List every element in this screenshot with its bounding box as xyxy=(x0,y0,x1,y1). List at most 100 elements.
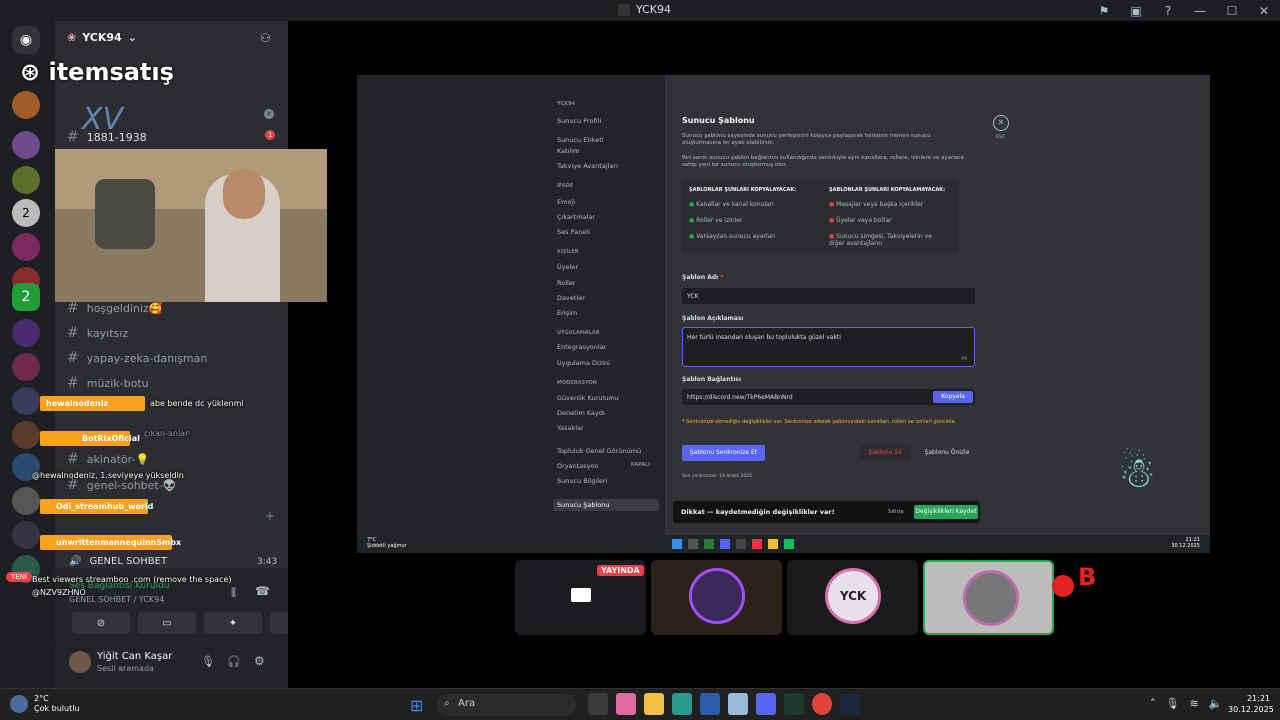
voice-channel[interactable]: 🔊 GENEL SOHBET xyxy=(69,556,167,567)
chrome-icon[interactable] xyxy=(812,693,832,715)
mic-tray-icon[interactable]: 🎙 xyxy=(1166,697,1180,710)
wifi-icon[interactable]: ≋ xyxy=(1189,697,1198,710)
copy-link-button[interactable]: Kopyala xyxy=(933,391,973,403)
maximize-button[interactable]: ☐ xyxy=(1216,4,1248,18)
server-icon-7[interactable]: 2 xyxy=(12,283,40,311)
server-icon-5[interactable] xyxy=(12,233,40,261)
channel-item[interactable]: # kayıtsız xyxy=(67,325,128,341)
settings-nav-item[interactable]: Erişim xyxy=(557,309,577,317)
template-desc-input[interactable]: Her türlü insandan oluşan bu toplulukta … xyxy=(682,327,975,367)
close-settings-icon[interactable]: ✕ xyxy=(993,115,1009,131)
app-icon[interactable] xyxy=(784,693,804,715)
template-name-input[interactable]: YCK xyxy=(682,288,975,304)
disconnect-icon[interactable]: ☎ xyxy=(255,584,270,598)
gear-icon[interactable]: ⚙ xyxy=(254,654,265,668)
edge-icon[interactable] xyxy=(672,693,692,715)
channel-item[interactable]: # hoşgeldiniz🥰 xyxy=(67,300,163,316)
settings-nav-item[interactable]: Uygulama Dizini xyxy=(557,359,610,367)
hash-icon: # xyxy=(67,129,79,145)
settings-nav-header: MODERASYON xyxy=(557,380,597,386)
screen-share-button[interactable]: ▭ xyxy=(138,612,196,634)
copy-header: ŞABLONLAR ŞUNLARI KOPYALAYACAK: xyxy=(689,187,797,193)
activities-button[interactable]: ✦ xyxy=(204,612,262,634)
server-icon-10[interactable] xyxy=(12,387,40,415)
sync-template-button[interactable]: Şablonu Senkronize Et xyxy=(682,445,765,461)
server-icon-9[interactable] xyxy=(12,353,40,381)
taskbar: 2°C Çok bulutlu ⊞ ⌕ Ara ˄ 🎙 ≋ 🔈 21:21 30… xyxy=(0,688,1280,720)
settings-nav-item[interactable]: Topluluk Genel Görünümü xyxy=(557,447,641,455)
headphones-icon[interactable]: 🎧 xyxy=(227,655,241,668)
streamed-weather: 7°C Şiddetli yağmur xyxy=(367,537,407,549)
discord-home-icon[interactable]: ◉ xyxy=(12,26,40,54)
server-icon-1[interactable] xyxy=(12,91,40,119)
settings-nav-item[interactable]: Sunucu Bilgileri xyxy=(557,477,608,485)
server-icon-2[interactable] xyxy=(12,131,40,159)
channel-item[interactable]: # müzik-botu xyxy=(67,375,149,391)
mic-icon[interactable]: 🎙 xyxy=(201,655,215,668)
settings-nav-item[interactable]: Üyeler xyxy=(557,263,578,271)
settings-nav-item[interactable]: Entegrasyonlar xyxy=(557,343,606,351)
help-icon[interactable]: ? xyxy=(1152,4,1184,18)
settings-nav-item[interactable]: Yasaklar xyxy=(557,424,584,432)
server-icon-4[interactable]: 2 xyxy=(12,199,40,227)
soundwave-icon[interactable]: ⫼ xyxy=(231,586,236,600)
check-icon: ● xyxy=(689,217,695,224)
settings-nav-item[interactable]: Sunucu Etiketi xyxy=(557,136,604,144)
settings-nav-item[interactable]: Güvenlik Kurulumu xyxy=(557,394,619,402)
participant-tile[interactable] xyxy=(651,560,782,635)
settings-nav-item[interactable]: Çıkartmalar xyxy=(557,213,595,221)
screen-share-tile[interactable]: YAYINDA xyxy=(515,560,646,635)
taskbar-search[interactable]: ⌕ Ara xyxy=(436,694,576,716)
esc-label: ESC xyxy=(996,135,1005,140)
settings-nav-item[interactable]: Sunucu Profili xyxy=(557,117,601,125)
settings-app-icon[interactable] xyxy=(728,693,748,715)
server-icon-3[interactable] xyxy=(12,166,40,194)
server-header[interactable]: ❀ YCK94 ⌄ xyxy=(67,31,137,44)
settings-nav-item[interactable]: Emoji xyxy=(557,198,575,206)
system-clock[interactable]: 21:21 30.12.2025 xyxy=(1228,693,1274,715)
steam-icon[interactable] xyxy=(840,693,860,715)
camera-off-button[interactable]: ⊘ xyxy=(72,612,130,634)
start-button[interactable]: ⊞ xyxy=(410,696,423,715)
settings-desc-1: Sunucu şablonu sayesinde sunucu yerleşim… xyxy=(682,133,931,146)
minimize-button[interactable]: — xyxy=(1184,4,1216,18)
task-view-icon[interactable] xyxy=(588,693,608,715)
settings-nav-item[interactable]: Ses Paneli xyxy=(557,228,590,236)
store-icon[interactable] xyxy=(700,693,720,715)
template-link-field[interactable]: https://discord.new/TkP6eMABnNrd Kopyala xyxy=(682,389,975,405)
server-icon-13[interactable] xyxy=(12,487,40,515)
copilot-icon[interactable] xyxy=(616,693,636,715)
settings-nav-item[interactable]: Takviye Avantajları xyxy=(557,162,618,170)
settings-nav-item[interactable]: Roller xyxy=(557,279,575,287)
server-icon-11[interactable] xyxy=(12,421,40,449)
settings-nav-item[interactable]: Denetim Kaydı xyxy=(557,409,605,417)
settings-nav-item[interactable]: Sunucu Şablonu xyxy=(553,499,659,511)
chevron-up-icon[interactable]: ˄ xyxy=(1150,697,1156,710)
settings-nav-item[interactable]: Oryantasyon xyxy=(557,462,599,470)
explorer-icon[interactable] xyxy=(644,693,664,715)
server-icon-14[interactable] xyxy=(12,521,40,549)
participant-tile-speaking[interactable] xyxy=(923,560,1054,635)
add-member-icon[interactable]: ⚇ xyxy=(260,31,271,45)
weather-widget[interactable]: 2°C Çok bulutlu xyxy=(34,694,80,714)
settings-nav-item[interactable]: Davetler xyxy=(557,294,585,302)
volume-icon[interactable]: 🔈 xyxy=(1209,697,1223,710)
preview-template-button[interactable]: Şablonu Önizle xyxy=(919,445,975,461)
settings-sidebar: YCK94 Sunucu Profili Sunucu Etiketi Katılım… xyxy=(357,75,665,535)
avatar[interactable] xyxy=(69,651,91,673)
settings-nav-item[interactable]: Katılım xyxy=(557,147,579,155)
inbox-icon[interactable]: ⚑ xyxy=(1088,4,1120,18)
dismiss-icon[interactable]: ✕ xyxy=(264,109,274,119)
channel-item[interactable]: # akinatör-💡 xyxy=(67,451,149,467)
reset-button[interactable]: Sıfırla xyxy=(888,509,904,515)
add-channel-icon[interactable]: + xyxy=(265,509,275,523)
server-icon-8[interactable] xyxy=(12,319,40,347)
close-button[interactable]: ✕ xyxy=(1248,4,1280,18)
delete-template-button[interactable]: Şablonu Sil xyxy=(860,445,910,461)
participant-tile[interactable]: YCK xyxy=(787,560,918,635)
copy-item: ● Varsayılan sunucu ayarları xyxy=(689,233,776,240)
monitor-icon[interactable]: ▣ xyxy=(1120,4,1152,18)
discord-app-icon[interactable] xyxy=(756,693,776,715)
save-changes-button[interactable]: Değişiklikleri Kaydet xyxy=(914,505,978,519)
channel-item[interactable]: # yapay-zeka-danışman xyxy=(67,350,207,366)
